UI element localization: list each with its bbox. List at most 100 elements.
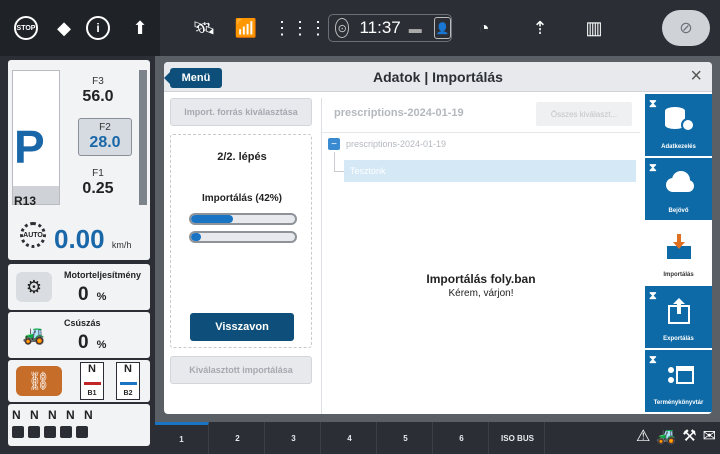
sidenav-item-incoming[interactable]: ⧗ Bejövő	[645, 158, 712, 220]
select-source-button[interactable]: Import. forrás kiválasztása	[170, 98, 312, 126]
warning-icon[interactable]: ⚠	[636, 426, 650, 446]
import-progress-text: Importálás (42%)	[201, 193, 283, 204]
import-icon	[667, 234, 691, 259]
speed-unit: km/h	[111, 240, 132, 250]
speed-value: 0.00	[54, 224, 105, 254]
busy-title: Importálás foly.ban	[426, 272, 536, 286]
field-rows-icon[interactable]: ▥	[580, 14, 608, 42]
collapse-icon[interactable]: −	[328, 138, 340, 150]
wifi-signal-icon[interactable]: 📶	[232, 14, 260, 42]
valve-3-icon	[44, 426, 56, 438]
hitch-b2-letter: N	[124, 363, 132, 375]
engine-power-readout: 0%	[78, 284, 106, 306]
engine-power-value: 0	[78, 284, 89, 305]
hourglass-icon: ⧗	[649, 162, 657, 174]
slip-value: 0	[78, 332, 89, 353]
sidenav-item-data-management[interactable]: ⧗ Adatkezelés	[645, 94, 712, 156]
hitch-b1-label: B1	[87, 390, 97, 397]
tab-4[interactable]: 4	[323, 422, 377, 454]
diamond-warning-icon[interactable]: ◆	[50, 14, 78, 42]
slip-readout: 0%	[78, 332, 106, 354]
tree-connector	[334, 152, 344, 172]
speedometer-icon[interactable]: ◔	[470, 14, 498, 42]
arrow-up-icon[interactable]: ⬆	[126, 14, 154, 42]
valve-1-icon	[12, 426, 24, 438]
slip-unit: %	[96, 339, 107, 351]
tab-1[interactable]: 1	[155, 422, 209, 454]
transmission-card[interactable]: P R13 F3 56.0 F2 28.0 F1 0.25 AUTO 0.00 …	[8, 60, 150, 260]
gear-f3-value: 56.0	[82, 88, 114, 105]
valve-4-icon	[60, 426, 72, 438]
status-panel: P R13 F3 56.0 F2 28.0 F1 0.25 AUTO 0.00 …	[0, 56, 155, 454]
close-icon[interactable]: ×	[690, 65, 702, 88]
sidenav-item-import[interactable]: Importálás	[645, 222, 712, 284]
gear-letter: P	[14, 121, 45, 173]
gear-f1-name: F1	[92, 168, 104, 179]
tab-3[interactable]: 3	[267, 422, 321, 454]
tractor-status-icon[interactable]: 🚜	[656, 426, 676, 446]
sidenav-label-data-management: Adatkezelés	[661, 144, 696, 150]
clock-separator-icon: ▬	[408, 20, 422, 36]
clock-badge-icon: ⊙	[335, 18, 350, 38]
import-progress-box: 2/2. lépés Importálás (42%) Visszavon	[170, 134, 312, 348]
sidenav-label-incoming: Bejövő	[668, 208, 689, 214]
clock-time: 11:37	[359, 18, 401, 37]
busy-subtitle: Kérem, várjon!	[448, 288, 514, 299]
stop-icon[interactable]: STOP	[12, 14, 40, 42]
tab-2[interactable]: 2	[211, 422, 265, 454]
hitch-b1-state: N B1	[80, 362, 104, 400]
implement-icon[interactable]: ⇡	[526, 14, 554, 42]
tractor-icon: 🚜	[22, 324, 46, 345]
top-bar: STOP ◆ i ⬆ 🛰 📶 ⋮⋮⋮ ⊙ 11:37 ▬ 👤 ◔ ⇡ ▥ ⊘	[0, 0, 720, 56]
clock-widget[interactable]: ⊙ 11:37 ▬ 👤	[328, 14, 452, 42]
import-steps-column: Import. forrás kiválasztása 2/2. lépés I…	[170, 98, 312, 406]
step-indicator: 2/2. lépés	[217, 151, 267, 163]
hitch-card[interactable]: ⛓ N B1 N B2	[8, 360, 150, 402]
sidenav-label-import: Importálás	[663, 272, 694, 278]
database-gear-icon	[665, 107, 695, 132]
auto-steer-button[interactable]: ⊘	[662, 10, 710, 46]
engine-power-card[interactable]: ⚙ Motorteljesítmény 0%	[8, 264, 150, 310]
dialog-title: Adatok | Importálás	[373, 69, 503, 85]
valves-card[interactable]: N N N N N	[8, 404, 150, 446]
tab-iso-bus[interactable]: ISO BUS	[491, 422, 545, 454]
grid-menu-icon[interactable]: ⋮⋮⋮	[273, 14, 327, 42]
data-sidenav: ⧗ Adatkezelés ⧗ Bejövő Importálás ⧗ Expo…	[645, 94, 712, 414]
gear-f2-value: 28.0	[89, 134, 121, 151]
cancel-button[interactable]: Visszavon	[190, 313, 294, 341]
auto-mode-icon: AUTO	[20, 222, 46, 248]
tree-folder[interactable]: − prescriptions-2024-01-19	[328, 138, 446, 150]
tools-icon[interactable]: ⚒	[682, 426, 696, 446]
steering-icon: ⊘	[679, 20, 693, 37]
slip-card[interactable]: 🚜 Csúszás 0%	[8, 312, 150, 358]
slip-title: Csúszás	[64, 318, 101, 328]
sidenav-label-export: Exportálás	[663, 336, 694, 342]
hitch-b2-state: N B2	[116, 362, 140, 400]
import-selected-button[interactable]: Kiválasztott importálása	[170, 356, 312, 384]
progress-bar-1-fill	[191, 215, 233, 223]
satellite-icon[interactable]: 🛰	[190, 14, 218, 42]
crop-library-icon	[668, 366, 694, 384]
tab-6[interactable]: 6	[435, 422, 489, 454]
export-icon	[668, 298, 690, 324]
import-dialog: Menü Adatok | Importálás × Import. forrá…	[164, 62, 712, 414]
divider	[322, 132, 640, 133]
engine-power-unit: %	[96, 291, 107, 303]
top-bar-system-area: STOP ◆ i ⬆	[0, 0, 160, 56]
engine-power-icon: ⚙	[16, 272, 52, 302]
sidenav-item-crop-library[interactable]: ⧗ Terménykönyvtár	[645, 350, 712, 412]
sidenav-item-export[interactable]: ⧗ Exportálás	[645, 286, 712, 348]
speed-readout: 0.00 km/h	[54, 224, 131, 255]
sidenav-label-crop-library: Terménykönyvtár	[653, 400, 704, 406]
tab-5[interactable]: 5	[379, 422, 433, 454]
progress-bar-2-fill	[191, 233, 202, 241]
gear-scrollbar[interactable]	[139, 70, 147, 205]
bottom-bar: 1 2 3 4 5 6 ISO BUS ⚠ 🚜 ⚒ ✉	[155, 422, 720, 454]
select-all-button[interactable]: Összes kiválaszt...	[536, 102, 632, 126]
hitch-b1-letter: N	[88, 363, 96, 375]
message-icon[interactable]: ✉	[703, 426, 716, 446]
gear-f3-name: F3	[92, 76, 104, 87]
info-icon[interactable]: i	[84, 14, 112, 42]
hitch-b2-label: B2	[123, 390, 133, 397]
tree-item[interactable]: Tesztonk	[344, 160, 636, 182]
